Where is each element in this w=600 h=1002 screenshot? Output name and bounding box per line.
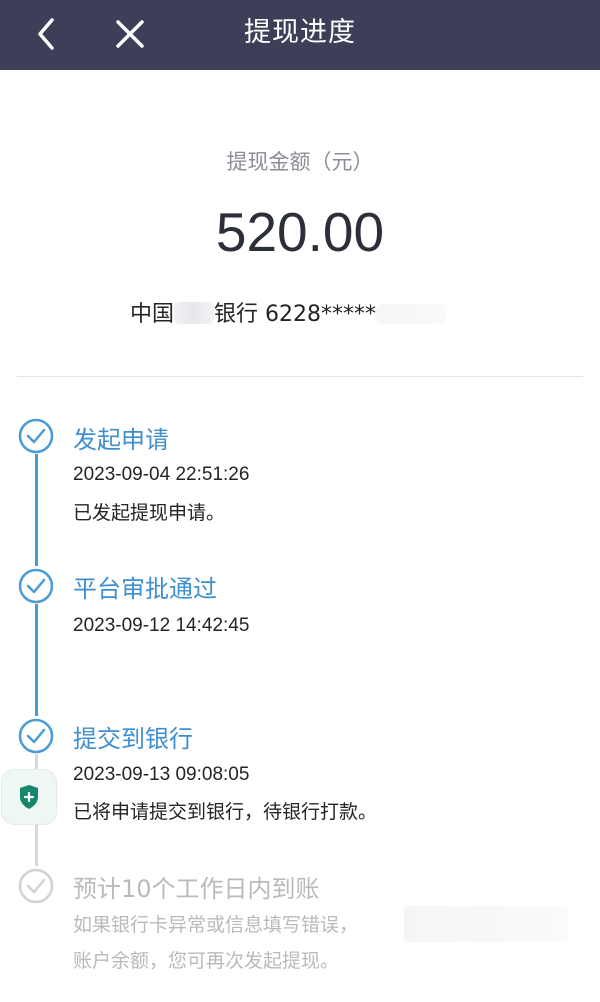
step-time: 2023-09-04 22:51:26 — [73, 464, 250, 485]
security-shield-button[interactable] — [2, 770, 56, 824]
bank-name-prefix: 中国 — [130, 302, 175, 327]
redacted-bank-name — [174, 302, 215, 324]
withdrawal-amount: 520.00 — [215, 201, 385, 263]
page-title: 提现进度 — [244, 17, 356, 48]
bank-card-number: 银行 6228***** — [214, 302, 376, 327]
step-time: 2023-09-13 09:08:05 — [73, 764, 250, 785]
divider — [17, 376, 583, 377]
step-description: 已将申请提交到银行，待银行打款。 — [73, 801, 378, 823]
step-title: 提交到银行 — [73, 725, 193, 753]
step-description: 账户余额，您可再次发起提现。 — [73, 950, 340, 972]
step-time: 2023-09-12 14:42:45 — [73, 615, 250, 636]
check-circle-icon — [18, 718, 54, 754]
redacted-card-tail — [376, 304, 446, 324]
step-title: 平台审批通过 — [73, 575, 217, 603]
check-circle-icon — [18, 418, 54, 454]
step-description: 如果银行卡异常或信息填写错误， — [73, 914, 359, 936]
check-circle-icon — [18, 568, 54, 604]
timeline-connector — [35, 604, 38, 716]
redacted-text — [404, 906, 568, 942]
step-description: 已发起提现申请。 — [73, 502, 226, 524]
step-title: 发起申请 — [73, 426, 169, 454]
timeline-connector — [35, 454, 38, 566]
check-circle-pending-icon — [18, 868, 54, 904]
step-title: 预计10个工作日内到账 — [73, 875, 320, 903]
bank-account-line: 中国 银行 6228***** — [130, 296, 446, 328]
amount-label: 提现金额（元） — [226, 150, 374, 174]
top-bar: 提现进度 — [0, 0, 600, 70]
shield-icon — [20, 785, 38, 809]
